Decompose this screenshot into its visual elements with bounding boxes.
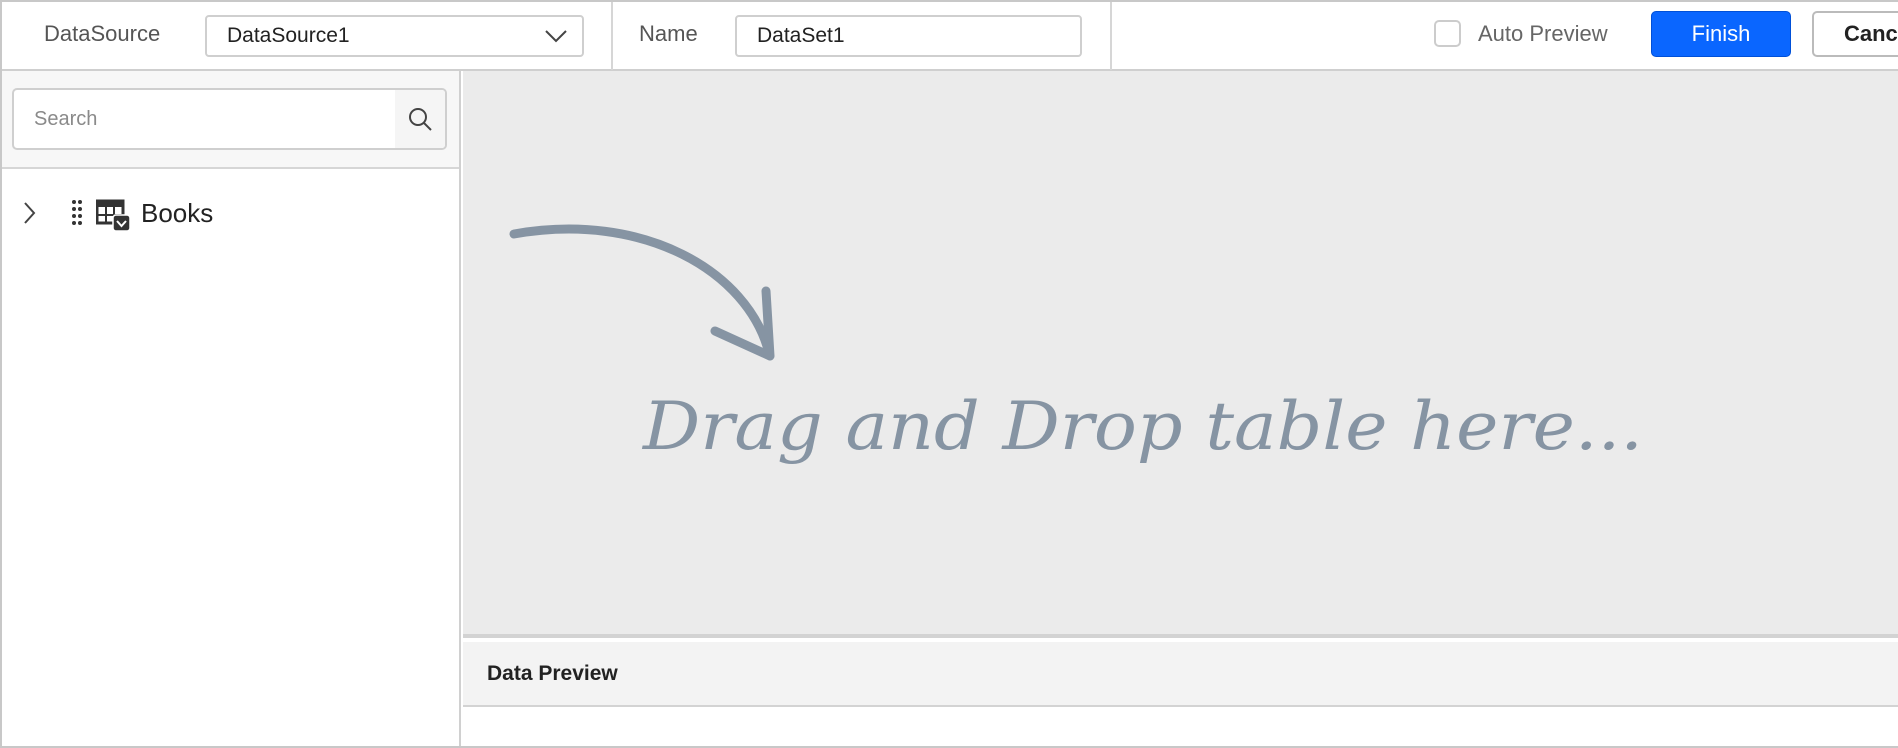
tree-item-books[interactable]: Books (0, 191, 459, 235)
search-input[interactable] (34, 104, 394, 134)
search-icon (409, 108, 432, 131)
datasource-value: DataSource1 (227, 24, 350, 47)
table-panel: Books (0, 71, 461, 748)
auto-preview-label[interactable]: Auto Preview (1478, 21, 1608, 47)
data-preview-title: Data Preview (487, 662, 618, 685)
search-bar (0, 71, 459, 169)
chevron-right-icon[interactable] (22, 201, 36, 225)
finish-button[interactable]: Finish (1651, 11, 1791, 57)
drop-hint-graphic: Drag and Drop table here... (509, 224, 1643, 465)
divider (1110, 0, 1112, 70)
name-label: Name (639, 21, 698, 46)
name-input[interactable]: DataSet1 (735, 15, 1082, 57)
data-preview-header: Data Preview (463, 642, 1898, 707)
table-icon (96, 199, 131, 232)
name-value: DataSet1 (757, 24, 845, 47)
drag-handle-icon[interactable] (71, 199, 83, 225)
drop-zone[interactable]: Drag and Drop table here... (463, 71, 1898, 638)
cancel-button[interactable]: Canc (1812, 11, 1898, 57)
datasource-select[interactable]: DataSource1 (205, 15, 584, 57)
chevron-down-icon (545, 30, 567, 43)
search-box[interactable] (12, 88, 447, 150)
datasource-label: DataSource (44, 21, 161, 46)
drop-hint-text: Drag and Drop table here... (642, 388, 1643, 465)
tree-item-label: Books (141, 198, 214, 228)
search-button[interactable] (395, 90, 445, 148)
divider (611, 0, 613, 70)
toolbar: DataSource DataSource1 Name DataSet1 Aut… (0, 0, 1898, 71)
auto-preview-checkbox[interactable] (1434, 20, 1461, 47)
